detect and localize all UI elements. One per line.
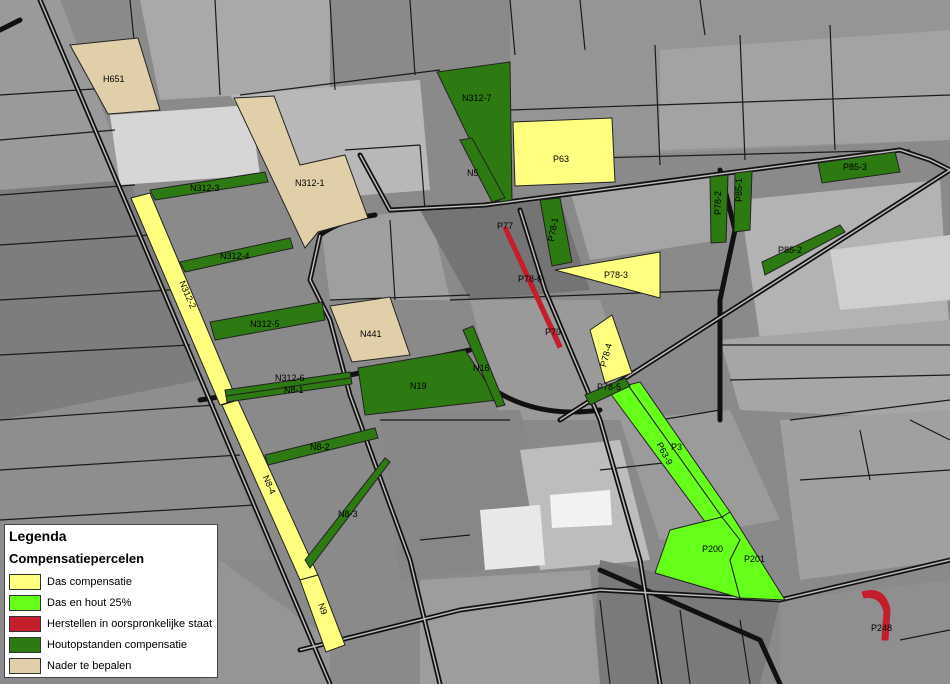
- label-N312-1: N312-1: [295, 178, 325, 188]
- label-P78-6: P78-6: [518, 274, 542, 284]
- label-N312-4: N312-4: [220, 251, 250, 261]
- label-P85-3: P85-3: [843, 162, 867, 172]
- legend-label: Das en hout 25%: [47, 596, 132, 609]
- label-H651: H651: [103, 74, 125, 84]
- label-P78-3: P78-3: [604, 270, 628, 280]
- legend-label: Houtopstanden compensatie: [47, 638, 188, 651]
- legend-swatch: [9, 636, 41, 653]
- label-N441: N441: [360, 329, 382, 339]
- label-P85-1: P85-1: [734, 178, 744, 202]
- label-N312-5: N312-5: [250, 319, 280, 329]
- label-N8-2: N8-2: [310, 442, 330, 452]
- legend-item-houtopstanden: Houtopstanden compensatie: [9, 634, 213, 655]
- legend-swatch: [9, 657, 41, 674]
- legend-swatch: [9, 594, 41, 611]
- legend-label: Herstellen in oorspronkelijke staat: [47, 617, 213, 630]
- legend-swatch: [9, 573, 41, 590]
- label-P78-5: P78-5: [597, 382, 621, 392]
- label-N8-3: N8-3: [338, 509, 358, 519]
- label-N5: N5: [467, 168, 479, 178]
- label-P3: P3: [671, 442, 682, 452]
- label-P201: P201: [744, 554, 765, 564]
- label-P78-2: P78-2: [713, 191, 723, 215]
- parcel-P63[interactable]: [512, 117, 616, 187]
- label-N312-6: N312-6: [275, 373, 305, 383]
- label-N16: N16: [473, 363, 490, 373]
- label-N312-7: N312-7: [462, 93, 492, 103]
- label-N19: N19: [410, 381, 427, 391]
- label-N312-3: N312-3: [190, 183, 220, 193]
- label-P85-2: P85-2: [778, 245, 802, 255]
- legend-item-das-compensatie: Das compensatie: [9, 571, 213, 592]
- label-P248: P248: [871, 623, 892, 633]
- label-P63: P63: [553, 154, 569, 164]
- legend-swatch: [9, 615, 41, 632]
- legend-subtitle: Compensatiepercelen: [9, 551, 145, 566]
- label-P77: P77: [497, 221, 513, 231]
- legend-label: Nader te bepalen: [47, 659, 132, 672]
- legend-item-nader-te-bepalen: Nader te bepalen: [9, 655, 213, 676]
- label-P79: P79: [545, 327, 561, 337]
- legend-item-das-en-hout: Das en hout 25%: [9, 592, 213, 613]
- legend-title: Legenda: [9, 528, 67, 544]
- legend-label: Das compensatie: [47, 575, 132, 588]
- legend-item-herstellen: Herstellen in oorspronkelijke staat: [9, 613, 213, 634]
- label-N8-1: N8-1: [284, 385, 304, 395]
- label-P200: P200: [702, 544, 723, 554]
- map-legend: Legenda Compensatiepercelen Das compensa…: [4, 524, 218, 678]
